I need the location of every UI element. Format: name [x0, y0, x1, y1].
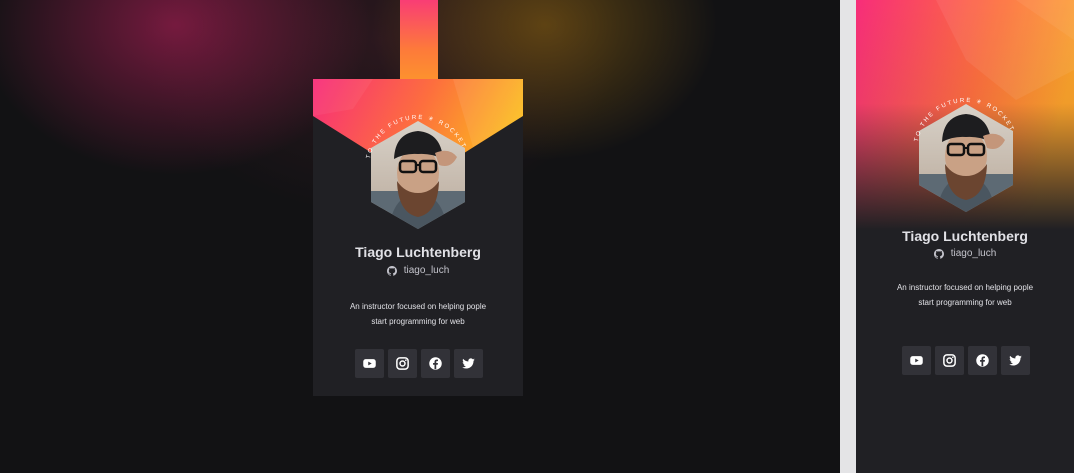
- profile-name: Tiago Luchtenberg: [902, 228, 1028, 244]
- viewport-divider: [840, 0, 856, 473]
- instagram-button[interactable]: [388, 349, 417, 378]
- mobile-avatar: TO THE FUTURE ✳ ROCKET: [914, 98, 1013, 212]
- github-username: tiago_luch: [403, 265, 450, 276]
- lanyard-strap: [400, 0, 438, 90]
- rocket-ring-badge: TO THE FUTURE ✳ ROCKET: [366, 115, 467, 159]
- svg-text:TO THE FUTURE ✳ ROCKET: TO THE FUTURE ✳ ROCKET: [914, 98, 1015, 142]
- twitter-icon: [462, 358, 475, 369]
- youtube-button[interactable]: [355, 349, 384, 378]
- youtube-icon: [910, 356, 923, 365]
- social-links: [902, 346, 1030, 375]
- profile-name: Tiago Luchtenberg: [355, 244, 481, 260]
- badge-card: TO THE FUTURE ✳ ROCKET Tiago Luchtenberg…: [313, 79, 523, 396]
- bio-line: An instructor focused on helping pople: [349, 302, 487, 311]
- github-handle[interactable]: tiago_luch: [856, 248, 1074, 259]
- github-handle[interactable]: tiago_luch: [313, 265, 523, 276]
- mobile-viewport: TO THE FUTURE ✳ ROCKET Tiago Luchtenberg…: [856, 0, 1074, 473]
- github-icon: [386, 265, 397, 276]
- profile-bio: An instructor focused on helping pople s…: [313, 299, 523, 329]
- bio-line: start programming for web: [918, 298, 1012, 307]
- facebook-icon: [976, 354, 989, 367]
- twitter-button[interactable]: [1001, 346, 1030, 375]
- facebook-button[interactable]: [421, 349, 450, 378]
- bio-line: An instructor focused on helping pople: [896, 283, 1034, 292]
- youtube-icon: [363, 359, 376, 368]
- profile-bio: An instructor focused on helping pople s…: [856, 280, 1074, 310]
- twitter-icon: [1009, 355, 1022, 366]
- github-username: tiago_luch: [950, 248, 997, 259]
- github-icon: [933, 248, 944, 259]
- youtube-button[interactable]: [902, 346, 931, 375]
- desktop-viewport: TO THE FUTURE ✳ ROCKET Tiago Luchtenberg…: [0, 0, 840, 473]
- bio-line: start programming for web: [371, 317, 465, 326]
- social-links: [355, 349, 483, 378]
- avatar: TO THE FUTURE ✳ ROCKET: [366, 115, 465, 229]
- instagram-icon: [943, 354, 956, 367]
- twitter-button[interactable]: [454, 349, 483, 378]
- rocket-ring-badge: TO THE FUTURE ✳ ROCKET: [914, 98, 1015, 142]
- facebook-icon: [429, 357, 442, 370]
- instagram-button[interactable]: [935, 346, 964, 375]
- instagram-icon: [396, 357, 409, 370]
- svg-text:TO THE FUTURE ✳ ROCKET: TO THE FUTURE ✳ ROCKET: [366, 115, 467, 159]
- facebook-button[interactable]: [968, 346, 997, 375]
